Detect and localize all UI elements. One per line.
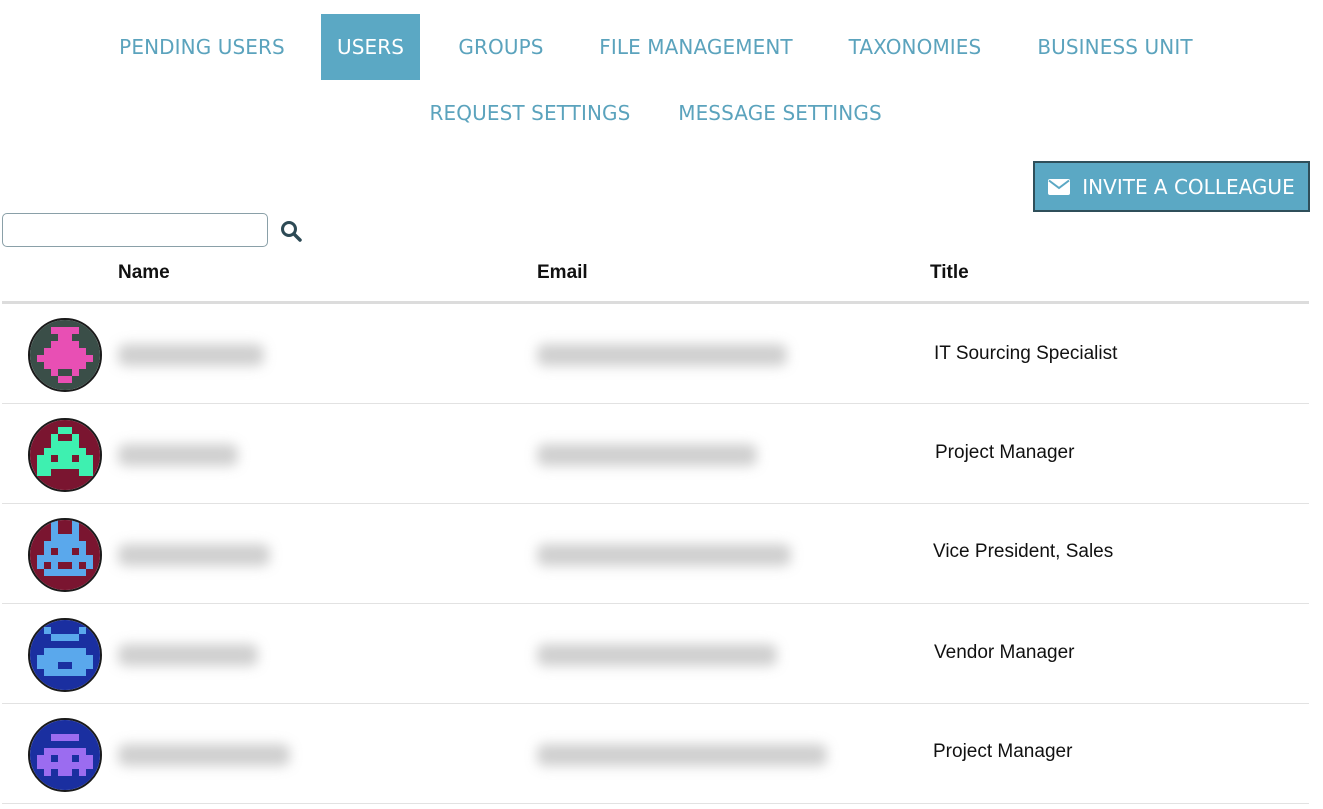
invite-colleague-label: INVITE A COLLEAGUE [1082, 174, 1295, 199]
tab-file-management[interactable]: FILE MANAGEMENT [586, 14, 806, 80]
column-header-title[interactable]: Title [930, 262, 969, 284]
tab-pending-users[interactable]: PENDING USERS [108, 14, 296, 80]
table-row[interactable]: Project Manager [2, 704, 1309, 804]
user-email-redacted [537, 544, 791, 566]
tab-request-settings[interactable]: REQUEST SETTINGS [420, 80, 640, 146]
avatar [28, 418, 102, 492]
tab-users[interactable]: USERS [321, 14, 420, 80]
user-title: IT Sourcing Specialist [934, 343, 1118, 364]
table-row[interactable]: IT Sourcing Specialist [2, 304, 1309, 404]
user-title: Vice President, Sales [933, 541, 1114, 562]
avatar [28, 318, 102, 392]
invite-colleague-button[interactable]: INVITE A COLLEAGUE [1033, 161, 1310, 212]
search-icon[interactable] [280, 220, 302, 242]
avatar [28, 518, 102, 592]
user-title: Project Manager [935, 442, 1075, 463]
table-row[interactable]: Vice President, Sales [2, 504, 1309, 604]
table-row[interactable]: Project Manager [2, 404, 1309, 504]
user-email-redacted [537, 644, 777, 666]
user-name-redacted [118, 544, 270, 566]
avatar [28, 618, 102, 692]
user-title: Project Manager [933, 741, 1073, 762]
tab-groups[interactable]: GROUPS [446, 14, 556, 80]
user-email-redacted [537, 744, 827, 766]
column-header-name[interactable]: Name [118, 262, 170, 284]
tab-business-unit[interactable]: BUSINESS UNIT [1025, 14, 1205, 80]
user-name-redacted [118, 444, 238, 466]
tab-taxonomies[interactable]: TAXONOMIES [835, 14, 995, 80]
user-email-redacted [537, 344, 787, 366]
tab-message-settings[interactable]: MESSAGE SETTINGS [668, 80, 892, 146]
user-email-redacted [537, 444, 757, 466]
user-name-redacted [118, 344, 264, 366]
column-header-email[interactable]: Email [537, 262, 588, 284]
search-input[interactable] [2, 213, 268, 247]
avatar [28, 718, 102, 792]
envelope-icon [1048, 178, 1071, 195]
user-name-redacted [118, 644, 258, 666]
user-name-redacted [118, 744, 290, 766]
user-title: Vendor Manager [934, 642, 1075, 663]
table-row[interactable]: Vendor Manager [2, 604, 1309, 704]
